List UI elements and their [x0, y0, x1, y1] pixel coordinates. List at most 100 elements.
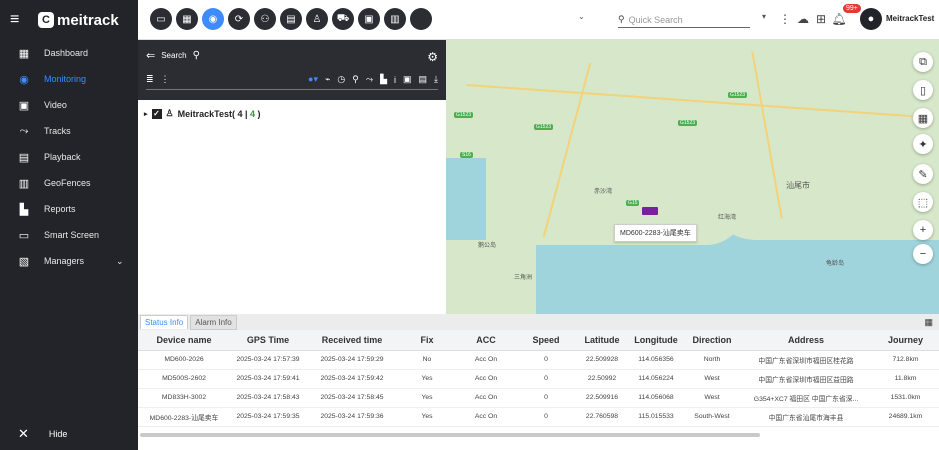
sidebar-item-video[interactable]: ▣ Video	[0, 92, 138, 118]
tree-node-label: MeitrackTest( 4 | 4 )	[177, 108, 261, 119]
grid-settings-icon[interactable]: ▦	[924, 317, 933, 328]
expand-arrow-icon[interactable]: ▸	[144, 110, 148, 118]
table-cell: 2025-03-24 17:59:36	[306, 407, 398, 427]
avatar[interactable]: ●	[860, 8, 882, 30]
table-cell: 2025-03-24 17:57:39	[230, 350, 306, 370]
gear-icon[interactable]: ⚙	[427, 50, 438, 64]
sidebar-item-tracks[interactable]: ⤳ Tracks	[0, 118, 138, 144]
user-name[interactable]: MeitrackTest	[886, 14, 934, 23]
column-header[interactable]: Longitude	[628, 330, 684, 351]
route-icon[interactable]: ⚲	[352, 74, 359, 85]
group-icon[interactable]: ⚇	[254, 8, 276, 30]
column-header[interactable]: Latitude	[576, 330, 628, 351]
column-header[interactable]: Fix	[398, 330, 456, 351]
sidebar-item-managers[interactable]: ▧ Managers ⌄	[0, 248, 138, 274]
close-icon: ✕	[18, 426, 29, 441]
group-checkbox[interactable]: ✓	[151, 108, 162, 119]
vehicle-label[interactable]: MD600-2283-汕尾卖车	[614, 224, 697, 242]
table-cell: 712.8km	[872, 350, 939, 370]
chevron-down-icon[interactable]: ⌄	[116, 256, 124, 267]
vehicle-marker[interactable]	[642, 207, 658, 215]
zoom-in-icon[interactable]: +	[913, 220, 933, 240]
meitrack-logo[interactable]: Cmeitrack	[38, 12, 119, 29]
sidebar-item-reports[interactable]: ▙ Reports	[0, 196, 138, 222]
map-view[interactable]: G1523 G1523 G1523 G1523 G15 S16 汕尾市 红海湾 …	[446, 40, 939, 314]
track-icon[interactable]: ⤳	[366, 74, 373, 85]
id-card-icon[interactable]: ▣	[358, 8, 380, 30]
zoom-out-icon[interactable]: −	[913, 244, 933, 264]
download-icon[interactable]: ⤓	[434, 74, 438, 85]
tab-alarm-info[interactable]: Alarm Info	[190, 314, 237, 330]
sidebar-item-label: GeoFences	[44, 178, 91, 188]
sidebar-item-smart-screen[interactable]: ▭ Smart Screen	[0, 222, 138, 248]
dashboard-grid-icon[interactable]: ▦	[176, 8, 198, 30]
sidebar-item-playback[interactable]: ▤ Playback	[0, 144, 138, 170]
sidebar-item-dashboard[interactable]: ▦ Dashboard	[0, 40, 138, 66]
chart-icon[interactable]: ▙	[380, 74, 387, 85]
more-vertical-icon[interactable]: ⋮	[161, 74, 170, 85]
scrollbar-thumb[interactable]	[140, 433, 760, 437]
column-header[interactable]: Address	[740, 330, 872, 351]
column-header[interactable]: Direction	[684, 330, 740, 351]
map-layers-icon[interactable]: ⧉	[913, 52, 933, 72]
sidebar-item-geofences[interactable]: ▥ GeoFences	[0, 170, 138, 196]
horizontal-scrollbar[interactable]	[138, 432, 939, 438]
clock-icon[interactable]: ◷	[337, 74, 345, 85]
location-icon[interactable]: ◉	[202, 8, 224, 30]
table-row[interactable]: MD500S-2602 2025-03-24 17:59:41 2025-03-24…	[138, 369, 939, 389]
tree-search-label[interactable]: Search	[161, 51, 186, 60]
table-row[interactable]: MD600-2026 2025-03-24 17:57:39 2025-03-24 …	[138, 350, 939, 370]
status-filter-icon[interactable]: ●▾	[308, 74, 318, 85]
hide-sidebar-button[interactable]: ✕ Hide	[18, 426, 67, 442]
table-cell: 2025-03-24 17:59:42	[306, 369, 398, 389]
search-icon[interactable]: ⚲	[193, 50, 200, 61]
ruler-icon[interactable]: ✎	[913, 164, 933, 184]
traffic-icon[interactable]: ▦	[913, 108, 933, 128]
map-type-icon[interactable]: ▯	[913, 80, 933, 100]
more-vertical-icon[interactable]: ⋮	[778, 12, 792, 26]
column-header[interactable]: Journey	[872, 330, 939, 351]
more-icon[interactable]	[410, 8, 432, 30]
export-icon[interactable]: ▤	[419, 74, 428, 85]
share-location-icon[interactable]: ⌁	[325, 74, 330, 85]
quick-search-input[interactable]: ⚲ Quick Search	[618, 12, 750, 28]
refresh-icon[interactable]: ⟳	[228, 8, 250, 30]
car-icon[interactable]: ⛟	[332, 8, 354, 30]
user-icon[interactable]: ♙	[306, 8, 328, 30]
column-header[interactable]: GPS Time	[230, 330, 306, 351]
search-scope-dropdown-icon[interactable]: ⌄	[578, 12, 585, 21]
pin-icon[interactable]: ✦	[913, 134, 933, 154]
table-row[interactable]: MD833H-3002 2025-03-24 17:58:43 2025-03-24…	[138, 388, 939, 408]
sidebar-item-monitoring[interactable]: ◉ Monitoring	[0, 66, 138, 92]
tab-status-info[interactable]: Status Info	[140, 315, 189, 329]
map-city-label: 三角洲	[514, 275, 533, 281]
table-cell: 114.056224	[628, 369, 684, 389]
bell-icon[interactable]: 🔔︎	[831, 12, 846, 26]
table-row[interactable]: MD600-2283-汕尾卖车 2025-03-24 17:59:35 2025-0…	[138, 407, 939, 427]
monitor-icon[interactable]: ▭	[150, 8, 172, 30]
dashboard-icon: ▦	[18, 47, 30, 60]
collapse-panel-icon[interactable]: ⇐	[146, 49, 155, 62]
column-header[interactable]: Speed	[516, 330, 576, 351]
table-cell: 中国广东省深圳市福田区桂花路	[740, 350, 872, 370]
list-view-icon[interactable]: ≣	[146, 74, 154, 85]
building-icon[interactable]: ▥	[384, 8, 406, 30]
search-dropdown-icon[interactable]: ▾	[762, 12, 766, 21]
sidebar-item-label: Managers	[44, 256, 85, 266]
column-header[interactable]: Received time	[306, 330, 398, 351]
calendar-icon[interactable]: ▤	[280, 8, 302, 30]
select-area-icon[interactable]: ⬚	[913, 192, 933, 212]
map-land	[706, 150, 939, 240]
tree-node-group[interactable]: ▸ ✓ ♙ MeitrackTest( 4 | 4 )	[138, 100, 446, 127]
table-cell: 22.50992	[576, 369, 628, 389]
table-cell: 中国广东省汕尾市海丰县	[740, 407, 872, 427]
table-cell: Acc On	[456, 350, 516, 370]
cloud-icon[interactable]: ☁	[796, 12, 810, 26]
column-header[interactable]: ACC	[456, 330, 516, 351]
column-header[interactable]: Device name	[138, 330, 230, 351]
video-icon[interactable]: ▣	[403, 74, 412, 85]
add-box-icon[interactable]: ⊞	[814, 12, 828, 26]
device-tree-panel: ⇐ Search ⚲ ⚙ ≣ ⋮ ●▾ ⌁ ◷ ⚲ ⤳ ▙ i ▣ ▤ ⤓ ▸ …	[138, 40, 446, 314]
info-icon[interactable]: i	[394, 75, 396, 85]
hamburger-menu-icon[interactable]: ≡	[10, 11, 26, 29]
